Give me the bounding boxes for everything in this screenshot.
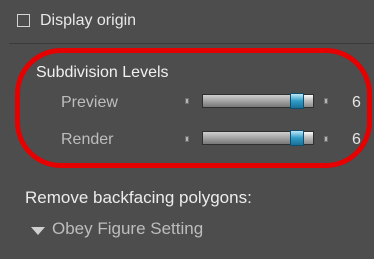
render-slider-min-marker xyxy=(185,136,189,142)
subdivision-levels-title: Subdivision Levels xyxy=(36,64,169,81)
preview-slider-min-marker xyxy=(185,98,189,104)
preview-slider-thumb[interactable] xyxy=(290,93,304,109)
render-slider-max-marker xyxy=(324,136,328,142)
section-divider xyxy=(9,43,374,44)
preview-slider[interactable] xyxy=(202,93,314,109)
preview-label: Preview xyxy=(61,94,118,111)
backfacing-dropdown[interactable]: Obey Figure Setting xyxy=(52,219,203,239)
render-slider-thumb[interactable] xyxy=(290,130,304,146)
chevron-down-icon[interactable] xyxy=(31,227,45,235)
preview-value: 6 xyxy=(352,94,361,111)
display-origin-label: Display origin xyxy=(40,12,137,29)
render-value: 6 xyxy=(352,131,361,148)
render-label: Render xyxy=(61,131,114,148)
preview-slider-max-marker xyxy=(324,98,328,104)
remove-backfacing-label: Remove backfacing polygons: xyxy=(25,188,252,207)
render-slider[interactable] xyxy=(202,130,314,146)
display-origin-checkbox[interactable] xyxy=(17,14,30,27)
render-slider-fill xyxy=(203,132,298,144)
preview-slider-fill xyxy=(203,95,298,107)
